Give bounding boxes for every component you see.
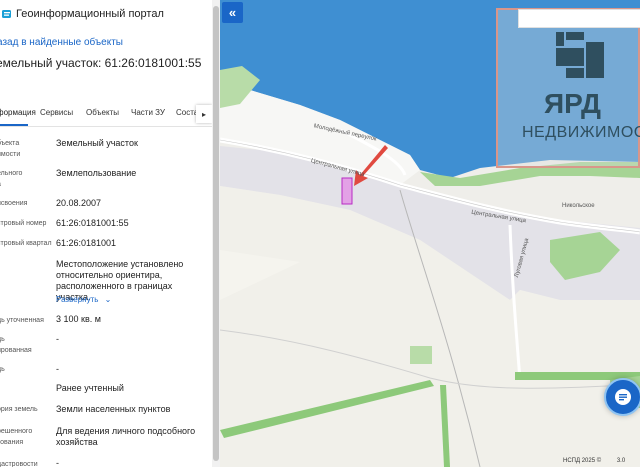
row-label: дь bbox=[0, 366, 5, 373]
tab-composition[interactable]: Соста bbox=[176, 108, 198, 117]
chat-button[interactable] bbox=[604, 378, 640, 416]
row-value-status: Ранее учтенный bbox=[56, 383, 124, 393]
tab-objects[interactable]: Объекты bbox=[86, 108, 119, 117]
row-value-cadastral-block: 61:26:0181001 bbox=[56, 238, 117, 248]
chevron-right-icon: ▸ bbox=[201, 109, 206, 119]
row-label: а bbox=[0, 179, 1, 191]
portal-title: Геоинформационный портал bbox=[16, 8, 164, 20]
chevron-down-icon: ⌄ bbox=[104, 295, 112, 304]
row-value-area: 3 100 кв. м bbox=[56, 314, 101, 324]
village-label: Никольское bbox=[562, 203, 595, 209]
selected-land-plot[interactable] bbox=[341, 177, 353, 205]
panel-scrollbar[interactable] bbox=[212, 0, 220, 467]
row-label: дастровости bbox=[0, 461, 38, 467]
object-title: емельный участок: 61:26:0181001:55 bbox=[0, 56, 202, 70]
active-tab-indicator bbox=[0, 124, 28, 126]
collapse-panel-button[interactable]: « bbox=[222, 2, 243, 23]
watermark-brand: ЯРД bbox=[544, 88, 601, 119]
tab-parts[interactable]: Части ЗУ bbox=[131, 108, 165, 117]
scale-text: 3.0 bbox=[616, 458, 626, 464]
tab-services[interactable]: Сервисы bbox=[40, 108, 73, 117]
row-value-cadastral-cost: - bbox=[56, 458, 59, 467]
back-to-results-link[interactable]: азад в найденные объекты bbox=[0, 37, 123, 48]
row-label: стровый квартал bbox=[0, 240, 52, 247]
map-view[interactable]: Молодёжный переулок Центральная улица Це… bbox=[220, 0, 640, 467]
row-label: ельного bbox=[0, 170, 23, 177]
row-value-area-other: - bbox=[56, 364, 59, 374]
expand-link[interactable]: Развернуть ⌄ bbox=[56, 295, 111, 304]
double-chevron-left-icon: « bbox=[228, 5, 237, 20]
panel-header: Геоинформационный портал bbox=[0, 4, 164, 24]
chat-bubble-icon bbox=[615, 389, 631, 405]
map-search-input[interactable] bbox=[518, 9, 640, 28]
row-value-date: 20.08.2007 bbox=[56, 198, 102, 208]
row-label: ированная bbox=[0, 347, 32, 354]
row-value-object-type: Земельный участок bbox=[56, 138, 138, 148]
copyright-text: НСПД 2025 © bbox=[563, 458, 602, 464]
row-value-cadastral-number: 61:26:0181001:55 bbox=[56, 218, 129, 228]
expand-label: Развернуть bbox=[56, 295, 99, 304]
map-footer: НСПД 2025 © 3.0 bbox=[563, 458, 625, 464]
row-label: ория земель bbox=[0, 406, 38, 413]
row-label: зования bbox=[0, 439, 24, 446]
info-panel: Геоинформационный портал азад в найденны… bbox=[0, 0, 212, 467]
tab-bar: формация Сервисы Объекты Части ЗУ Соста … bbox=[0, 104, 212, 127]
portal-logo-icon bbox=[2, 10, 11, 18]
row-label: имости bbox=[0, 151, 21, 158]
tabs-scroll-right-button[interactable]: ▸ bbox=[196, 105, 212, 123]
row-value-permitted-use: Для ведения личного подсобного хозяйства bbox=[56, 426, 196, 447]
row-label: дь уточненная bbox=[0, 317, 44, 324]
row-value-land-category: Земли населенных пунктов bbox=[56, 404, 171, 414]
tab-information[interactable]: формация bbox=[0, 108, 36, 117]
row-label: стровый номер bbox=[0, 220, 47, 227]
scrollbar-thumb[interactable] bbox=[213, 6, 219, 461]
watermark-text: НЕДВИЖИМОСТЬ bbox=[522, 124, 640, 141]
row-value-declared-area: - bbox=[56, 334, 59, 344]
row-value-subtype: Землепользование bbox=[56, 168, 137, 178]
map-canvas bbox=[220, 0, 640, 467]
row-label: исвоения bbox=[0, 200, 28, 207]
